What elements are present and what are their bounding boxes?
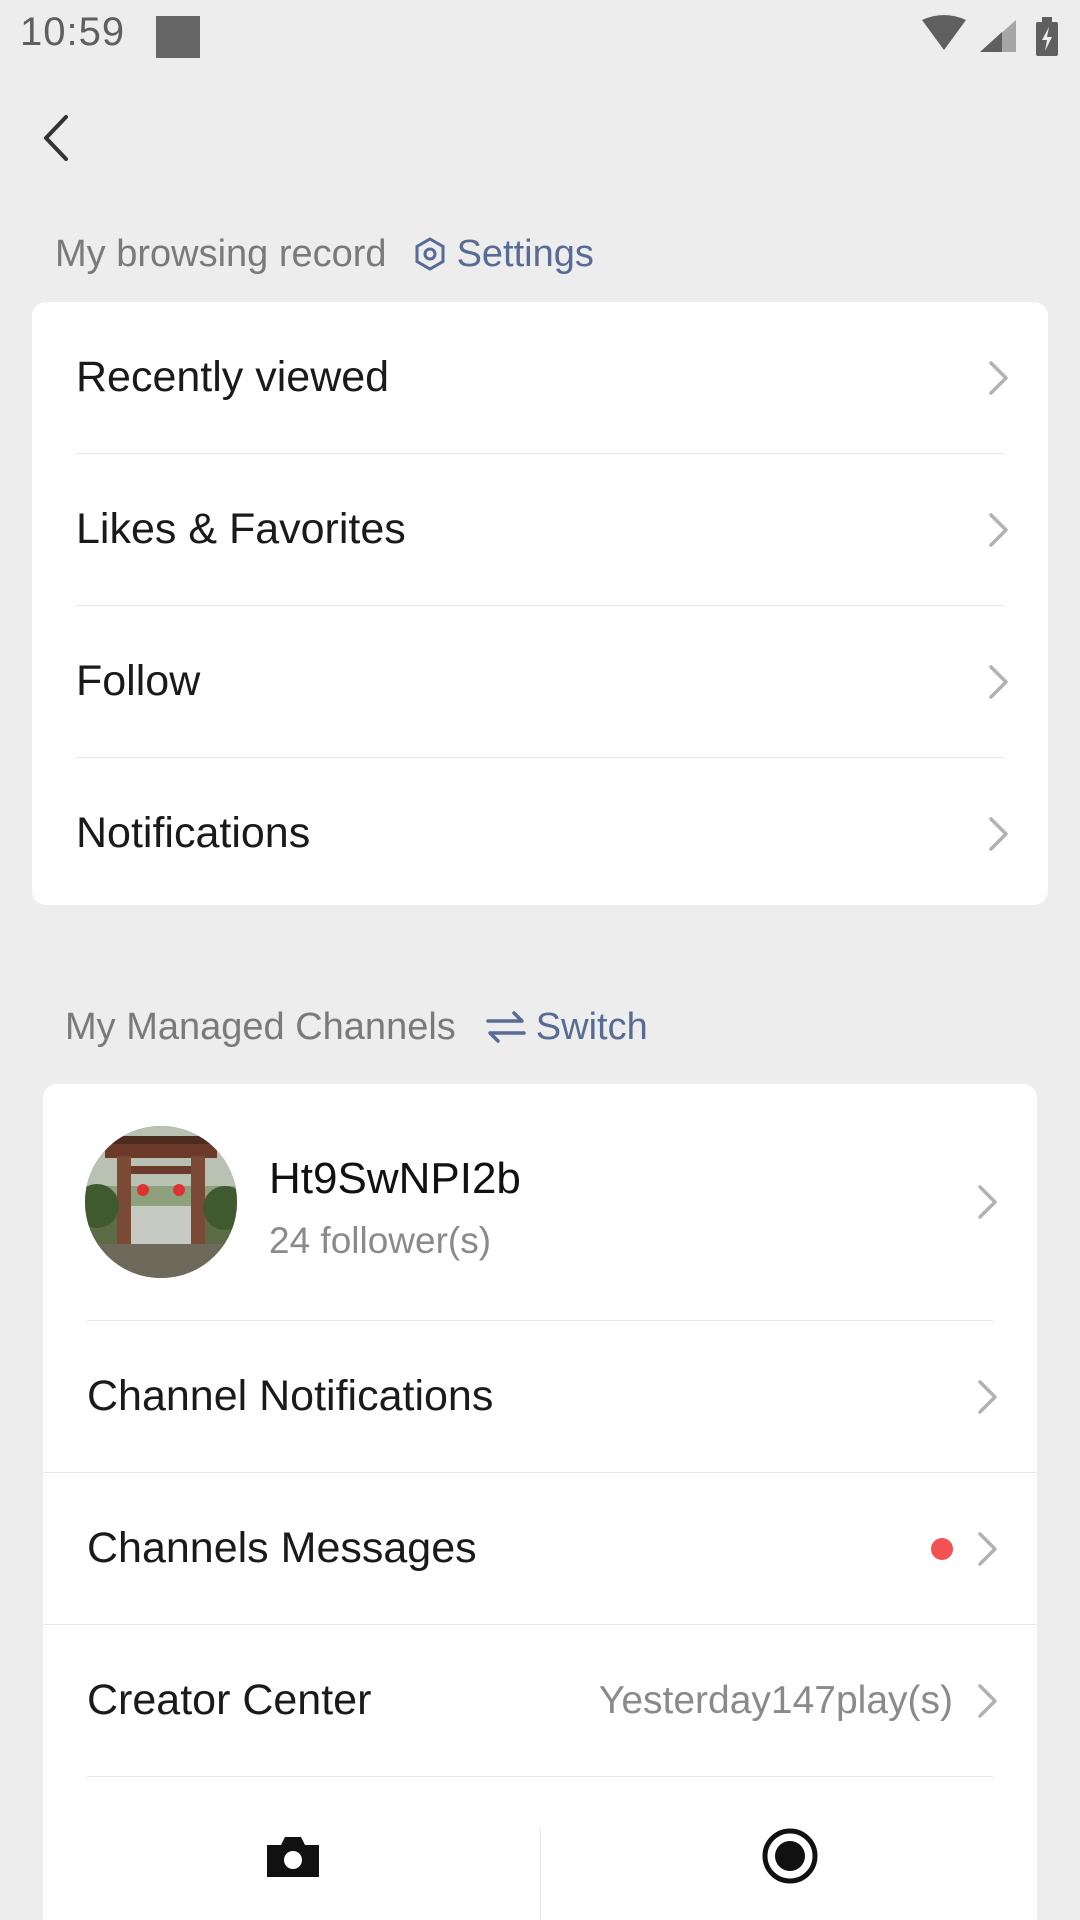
row-label: Follow [76, 657, 201, 705]
status-bar: 10:59 [0, 0, 1080, 76]
action-divider [540, 1829, 541, 1920]
chevron-right-icon [978, 1683, 997, 1718]
section-title: My browsing record [55, 232, 387, 275]
switch-link[interactable]: Switch [486, 1006, 648, 1049]
row-label: Notifications [76, 809, 311, 857]
chevron-right-icon [978, 1531, 997, 1566]
browsing-card: Recently viewed Likes & Favorites Follow… [32, 302, 1048, 905]
chevron-left-icon [44, 115, 68, 161]
row-label: Creator Center [87, 1676, 372, 1724]
row-label: Likes & Favorites [76, 505, 406, 553]
channels-screen: 10:59 My browsing record Settings Recent… [0, 0, 1080, 1920]
row-label: Channel Notifications [87, 1372, 494, 1420]
row-likes-favorites[interactable]: Likes & Favorites [32, 454, 1048, 605]
record-button[interactable] [761, 1827, 819, 1885]
browsing-section-header: My browsing record Settings [55, 224, 594, 284]
switch-arrows-icon [486, 1011, 526, 1043]
row-creator-center[interactable]: Creator Center Yesterday147play(s) [43, 1625, 1037, 1776]
channel-avatar [85, 1126, 237, 1278]
row-label: Channels Messages [87, 1524, 477, 1572]
row-channel-notifications[interactable]: Channel Notifications [43, 1321, 1037, 1472]
notification-square-icon [156, 16, 200, 58]
chevron-right-icon [978, 1185, 997, 1219]
row-follow[interactable]: Follow [32, 606, 1048, 757]
wifi-icon [922, 15, 966, 50]
channel-profile-row[interactable]: Ht9SwNPI2b 24 follower(s) [43, 1084, 1037, 1320]
creator-stats: Yesterday147play(s) [598, 1678, 953, 1722]
switch-label: Switch [535, 1005, 648, 1048]
chevron-right-icon [989, 816, 1008, 851]
back-button[interactable] [28, 100, 84, 176]
chevron-right-icon [989, 664, 1008, 699]
row-notifications[interactable]: Notifications [32, 758, 1048, 905]
row-recently-viewed[interactable]: Recently viewed [32, 302, 1048, 453]
camera-button[interactable] [263, 1831, 323, 1883]
camera-icon [267, 1837, 319, 1877]
settings-link[interactable]: Settings [413, 233, 594, 276]
channels-section-header: My Managed Channels Switch [65, 997, 648, 1057]
battery-charging-icon [1036, 17, 1058, 56]
channel-followers: 24 follower(s) [269, 1220, 492, 1261]
bottom-actions [43, 1777, 1037, 1920]
row-channels-messages[interactable]: Channels Messages [43, 1473, 1037, 1624]
record-icon [762, 1828, 818, 1884]
status-icons [912, 14, 1062, 58]
chevron-right-icon [989, 512, 1008, 547]
signal-icon [980, 20, 1016, 52]
unread-dot [931, 1537, 953, 1560]
channel-name: Ht9SwNPI2b [269, 1154, 521, 1203]
row-label: Recently viewed [76, 353, 390, 401]
status-time: 10:59 [20, 10, 126, 54]
channels-card: Ht9SwNPI2b 24 follower(s) Channel Notifi… [43, 1084, 1037, 1920]
chevron-right-icon [989, 360, 1008, 395]
settings-hex-icon [415, 237, 445, 271]
settings-label: Settings [456, 232, 594, 275]
chevron-right-icon [978, 1379, 997, 1414]
section-title: My Managed Channels [65, 1005, 456, 1048]
